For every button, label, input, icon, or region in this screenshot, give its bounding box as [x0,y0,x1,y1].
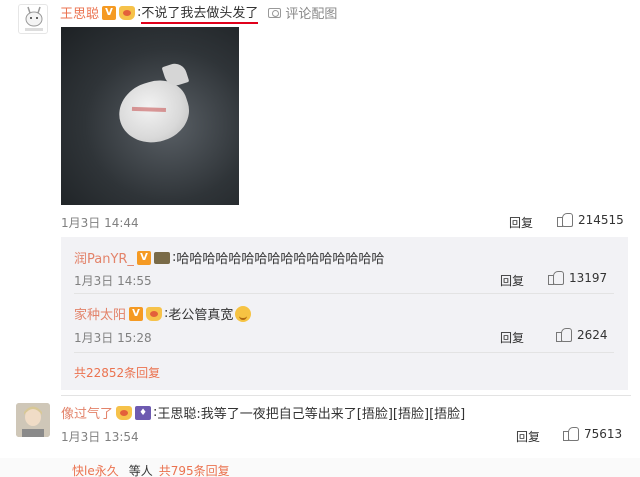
username[interactable]: 王思聪 [60,3,99,22]
username[interactable]: 润PanYR_ [74,248,134,267]
username[interactable]: 家种太阳 [74,304,126,323]
cup-image [111,72,197,152]
like-button[interactable]: 75613 [563,427,622,441]
laugh-emoji-icon [235,305,252,322]
like-count: 75613 [584,427,623,441]
comment-image-link[interactable]: 评论配图 [285,3,337,22]
timestamp: 1月3日 15:28 [74,331,152,345]
reply-button[interactable]: 回复 [500,272,524,289]
v-badge-icon: V [129,306,144,321]
thumb-up-icon [563,427,579,441]
footer-replies: 快le永久 等人 共795条回复 [72,462,230,477]
comment-text: 王思聪:我等了一夜把自己等出来了[捂脸][捂脸][捂脸] [157,407,466,422]
like-button[interactable]: 2624 [556,328,608,342]
comment-header: 王思聪 V : 不说了我去做头发了 评论配图 [60,2,337,24]
camera-icon[interactable] [268,7,282,18]
vip-icon: ♦ [135,405,152,420]
reply-button[interactable]: 回复 [500,329,524,346]
like-button[interactable]: 13197 [548,271,607,285]
thumb-up-icon [557,213,573,227]
crown-icon [146,306,163,321]
v-badge-icon: V [102,5,117,20]
like-count: 214515 [578,213,624,227]
username[interactable]: 像过气了 [61,403,113,422]
like-count: 2624 [577,328,608,342]
sub-reply-text: 哈哈哈哈哈哈哈哈哈哈哈哈哈哈哈哈 [176,252,385,267]
others-text: 等人 [128,464,153,477]
timestamp: 1月3日 13:54 [61,430,139,444]
divider [61,395,631,396]
divider [74,352,614,353]
sub-reply-header: 家种太阳 V : 老公管真宽 [74,304,252,323]
reply-button[interactable]: 回复 [516,428,540,445]
avatar[interactable] [18,4,48,34]
crown-icon [119,5,136,20]
timestamp: 1月3日 14:55 [74,274,152,288]
thumb-up-icon [548,271,564,285]
thumb-up-icon [556,328,572,342]
sub-reply-header: 润PanYR_ V : 哈哈哈哈哈哈哈哈哈哈哈哈哈哈哈哈 [74,248,385,267]
like-button[interactable]: 214515 [557,213,624,227]
comment-header: 像过气了 ♦ : 王思聪:我等了一夜把自己等出来了[捂脸][捂脸][捂脸] [61,403,466,422]
v-badge-icon: V [136,250,151,265]
sub-reply-text: 老公管真宽 [168,308,234,323]
more-replies-link[interactable]: 共22852条回复 [74,364,160,381]
comment-text: 不说了我去做头发了 [141,2,259,24]
crown-icon [116,405,133,420]
more-replies-link[interactable]: 共795条回复 [159,462,230,477]
hat-icon [153,251,170,264]
comment-image[interactable] [61,27,239,205]
reply-button[interactable]: 回复 [509,214,533,231]
like-count: 13197 [569,271,608,285]
username[interactable]: 快le永久 [72,462,119,477]
timestamp: 1月3日 14:44 [61,216,139,230]
avatar[interactable] [16,403,50,437]
divider [74,293,614,294]
